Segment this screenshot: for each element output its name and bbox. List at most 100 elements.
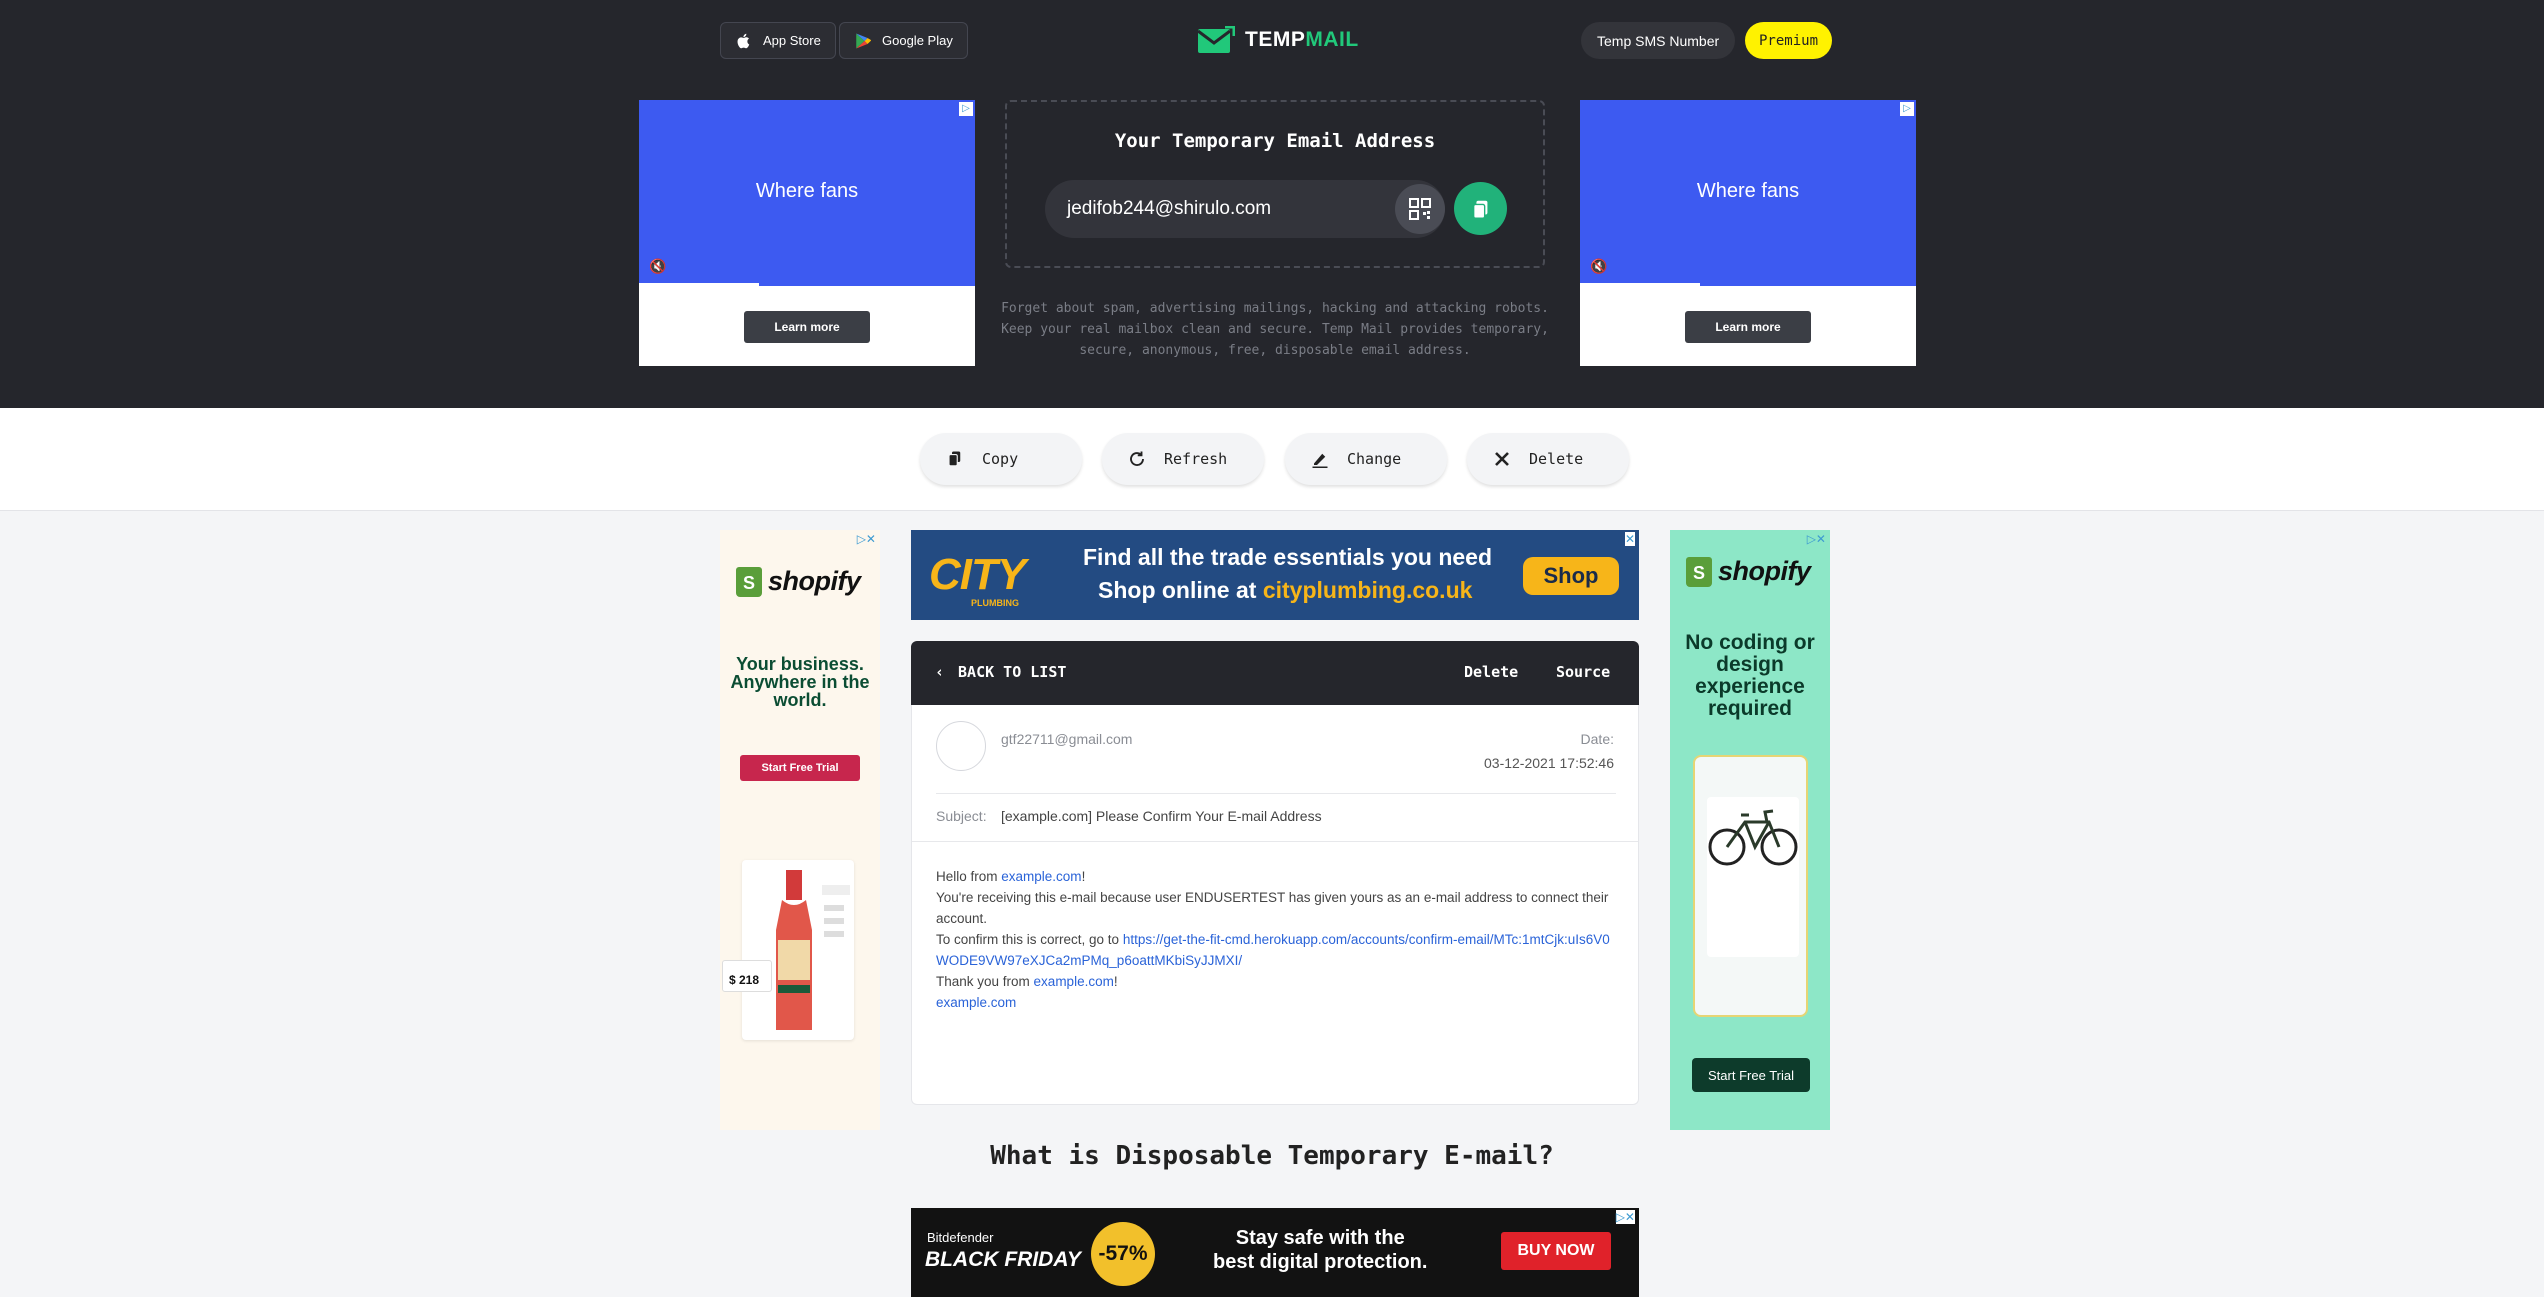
refresh-icon: [1130, 451, 1144, 466]
subject-value: [example.com] Please Confirm Your E-mail…: [1001, 808, 1322, 824]
product-card: [1707, 797, 1799, 957]
mute-icon[interactable]: 🔇: [1590, 258, 1607, 275]
city-ad-site: cityplumbing.co.uk: [1262, 577, 1473, 603]
ad-video-progress: [639, 283, 759, 286]
thanks-suffix: !: [1113, 974, 1118, 989]
ad-video-text: Where fans: [755, 180, 859, 202]
ad-video-progress: [1580, 283, 1700, 286]
edit-pen-icon: [1312, 453, 1328, 468]
bitdefender-brand: Bitdefender: [927, 1230, 994, 1245]
example-link[interactable]: example.com: [1001, 869, 1081, 884]
example-link[interactable]: example.com: [936, 995, 1016, 1010]
change-button[interactable]: Change: [1285, 433, 1447, 485]
city-shop-button[interactable]: Shop: [1523, 557, 1619, 595]
ad-close-icon[interactable]: ▷✕: [857, 532, 876, 546]
bitdefender-headline-line1: Stay safe with the: [1235, 1227, 1405, 1249]
learn-more-button[interactable]: Learn more: [1685, 311, 1811, 343]
start-free-trial-button[interactable]: Start Free Trial: [740, 755, 860, 781]
copy-icon: [1472, 200, 1487, 219]
shopify-wordmark: shopify: [1718, 556, 1811, 586]
mute-icon[interactable]: 🔇: [649, 258, 666, 275]
bitdefender-ad[interactable]: Bitdefender BLACK FRIDAY -57% Stay safe …: [911, 1208, 1639, 1297]
logo-text-prefix: TEMP: [1245, 28, 1306, 51]
logo-text-suffix: MAIL: [1305, 28, 1359, 51]
apple-icon: [737, 33, 750, 48]
phone-mockup: [1693, 755, 1808, 1017]
ad-close-icon[interactable]: ✕: [1624, 532, 1635, 546]
refresh-button[interactable]: Refresh: [1102, 433, 1264, 485]
footer-line: example.com: [936, 992, 1616, 1013]
subject-label: Subject:: [936, 808, 987, 824]
shopify-bag-icon: S: [1686, 556, 1712, 587]
action-bar: Copy Refresh Change Delete: [0, 408, 2544, 511]
greeting-line: Hello from example.com!: [936, 866, 1616, 887]
example-link[interactable]: example.com: [1034, 974, 1114, 989]
price-tag: $ 218: [722, 960, 772, 992]
google-play-label: Google Play: [882, 33, 953, 48]
ad-close-icon[interactable]: ▷✕: [1807, 532, 1826, 546]
back-to-list-label: BACK TO LIST: [958, 663, 1067, 681]
adchoices-icon[interactable]: ▷: [959, 102, 973, 116]
confirm-line: To confirm this is correct, go to https:…: [936, 929, 1616, 971]
message-body: gtf22711@gmail.com Date: 03-12-2021 17:5…: [911, 705, 1639, 1105]
google-play-icon: [856, 33, 872, 48]
bitdefender-headline-line2: best digital protection.: [1213, 1251, 1428, 1273]
envelope-logo-icon: [1197, 26, 1235, 53]
city-ad-subline: Shop online at cityplumbing.co.uk: [1098, 577, 1472, 604]
app-store-label: App Store: [763, 33, 821, 48]
buy-now-button[interactable]: BUY NOW: [1501, 1232, 1611, 1270]
divider: [936, 793, 1616, 794]
logo-text: TEMPMAIL: [1245, 28, 1359, 52]
product-image-card: [742, 860, 854, 1040]
message-header: ‹ BACK TO LIST Delete Source: [911, 641, 1639, 705]
city-plumbing-ad[interactable]: CITY PLUMBING Find all the trade essenti…: [911, 530, 1639, 620]
tempmail-logo[interactable]: TEMPMAIL: [1197, 26, 1359, 54]
start-free-trial-button[interactable]: Start Free Trial: [1692, 1058, 1810, 1092]
shopify-tagline: Your business. Anywhere in the world.: [730, 654, 870, 710]
shopify-left-ad[interactable]: ▷✕ S shopify Your business. Anywhere in …: [720, 530, 880, 1130]
premium-button[interactable]: Premium: [1745, 22, 1833, 59]
back-to-list-button[interactable]: ‹ BACK TO LIST: [935, 663, 1066, 681]
copy-button[interactable]: Copy: [920, 433, 1082, 485]
shopify-right-ad[interactable]: ▷✕ S shopify No coding or design experie…: [1670, 530, 1830, 1130]
delete-button-label: Delete: [1529, 450, 1584, 468]
ad-close-icon[interactable]: ▷✕: [1615, 1210, 1635, 1224]
app-store-button[interactable]: App Store: [720, 22, 836, 59]
left-video-ad[interactable]: Where fans 🔇 ▷ Learn more: [639, 100, 975, 366]
bicycle-image: [1708, 809, 1798, 866]
thanks-line: Thank you from example.com!: [936, 971, 1616, 992]
message-source-button[interactable]: Source: [1556, 663, 1610, 681]
email-address-field[interactable]: jedifob244@shirulo.com: [1045, 180, 1445, 238]
date-value: 03-12-2021 17:52:46: [1484, 755, 1614, 771]
temp-sms-button[interactable]: Temp SMS Number: [1581, 22, 1736, 59]
top-bar: App Store Google Play TEMPMAIL Temp SMS …: [0, 0, 2544, 80]
ad-video-text: Where fans: [1696, 180, 1800, 202]
google-play-button[interactable]: Google Play: [839, 22, 968, 59]
city-ad-headline: Find all the trade essentials you need: [1083, 544, 1493, 570]
learn-more-button[interactable]: Learn more: [744, 311, 870, 343]
email-panel-title: Your Temporary Email Address: [1114, 130, 1436, 152]
close-x-icon: [1495, 452, 1509, 466]
city-ad-subline-prefix: Shop online at: [1098, 577, 1263, 603]
discount-badge: -57%: [1091, 1222, 1155, 1286]
divider: [912, 841, 1638, 842]
right-video-ad[interactable]: Where fans 🔇 ▷ Learn more: [1580, 100, 1916, 366]
shopify-logo: S shopify: [736, 566, 861, 597]
copy-button-label: Copy: [982, 450, 1019, 468]
service-description: Forget about spam, advertising mailings,…: [1001, 301, 1549, 358]
shopify-bag-icon: S: [736, 566, 762, 597]
message-delete-button[interactable]: Delete: [1464, 663, 1518, 681]
qr-code-icon: [1409, 198, 1431, 220]
confirm-prefix: To confirm this is correct, go to: [936, 932, 1123, 947]
sender-avatar: [936, 721, 986, 771]
delete-button[interactable]: Delete: [1467, 433, 1629, 485]
bitdefender-headline: Stay safe with the best digital protecti…: [1213, 1226, 1427, 1274]
hot-sauce-bottle-image: [776, 870, 850, 1030]
copy-email-button[interactable]: [1454, 182, 1507, 235]
chevron-left-icon: ‹: [935, 663, 945, 681]
greeting-suffix: !: [1081, 869, 1086, 884]
email-address-value[interactable]: jedifob244@shirulo.com: [1067, 198, 1271, 220]
sender-email: gtf22711@gmail.com: [1001, 731, 1133, 747]
adchoices-icon[interactable]: ▷: [1900, 102, 1914, 116]
qr-code-button[interactable]: [1395, 184, 1445, 234]
